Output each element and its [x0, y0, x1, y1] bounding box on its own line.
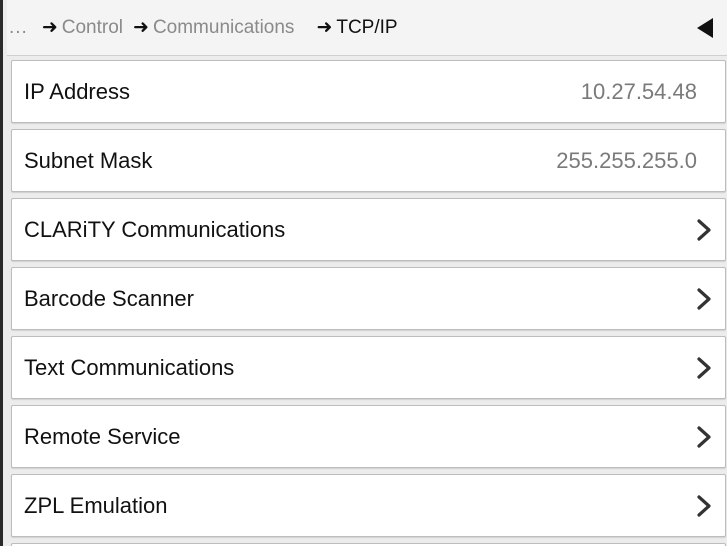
- arrow-right-icon: ➜: [133, 17, 149, 38]
- breadcrumb-ellipsis[interactable]: ...: [9, 17, 28, 39]
- clarity-communications-label: CLARiTY Communications: [24, 216, 286, 242]
- subnet-mask-value: 255.255.255.0: [556, 147, 697, 173]
- arrow-right-icon: ➜: [316, 17, 333, 38]
- text-communications-label: Text Communications: [24, 354, 235, 380]
- breadcrumb: ... ➜ Control ➜ Communications ➜ TCP/IP: [7, 0, 727, 56]
- ip-address-value: 10.27.54.48: [580, 78, 697, 104]
- chevron-right-icon: [697, 425, 711, 448]
- clarity-communications-row[interactable]: CLARiTY Communications: [11, 198, 726, 261]
- remote-service-row[interactable]: Remote Service: [11, 405, 726, 468]
- barcode-scanner-row[interactable]: Barcode Scanner: [11, 267, 726, 330]
- chevron-right-icon: [697, 356, 711, 379]
- breadcrumb-label: Communications: [152, 16, 295, 38]
- text-communications-row[interactable]: Text Communications: [11, 336, 726, 399]
- screen: ... ➜ Control ➜ Communications ➜ TCP/IP …: [0, 0, 727, 546]
- breadcrumb-item-tcpip: ➜ TCP/IP: [316, 16, 397, 39]
- chevron-right-icon: [697, 218, 711, 241]
- menu-list: IP Address 10.27.54.48 Subnet Mask 255.2…: [11, 60, 726, 546]
- barcode-scanner-label: Barcode Scanner: [24, 285, 194, 311]
- chevron-right-icon: [697, 494, 711, 517]
- chevron-right-icon: [697, 287, 711, 310]
- subnet-mask-label: Subnet Mask: [24, 147, 153, 173]
- breadcrumb-label: Control: [61, 16, 124, 38]
- arrow-right-icon: ➜: [41, 17, 58, 38]
- zpl-emulation-label: ZPL Emulation: [24, 492, 168, 518]
- remote-service-label: Remote Service: [24, 423, 181, 449]
- breadcrumb-item-communications[interactable]: ➜ Communications: [133, 16, 294, 39]
- breadcrumb-label: TCP/IP: [336, 16, 398, 38]
- zpl-emulation-row[interactable]: ZPL Emulation: [11, 474, 726, 537]
- back-arrow-icon[interactable]: [697, 17, 713, 38]
- ip-address-label: IP Address: [24, 78, 130, 104]
- subnet-mask-row[interactable]: Subnet Mask 255.255.255.0: [11, 129, 726, 192]
- breadcrumb-item-control[interactable]: ➜ Control: [42, 16, 123, 39]
- ip-address-row[interactable]: IP Address 10.27.54.48: [11, 60, 726, 123]
